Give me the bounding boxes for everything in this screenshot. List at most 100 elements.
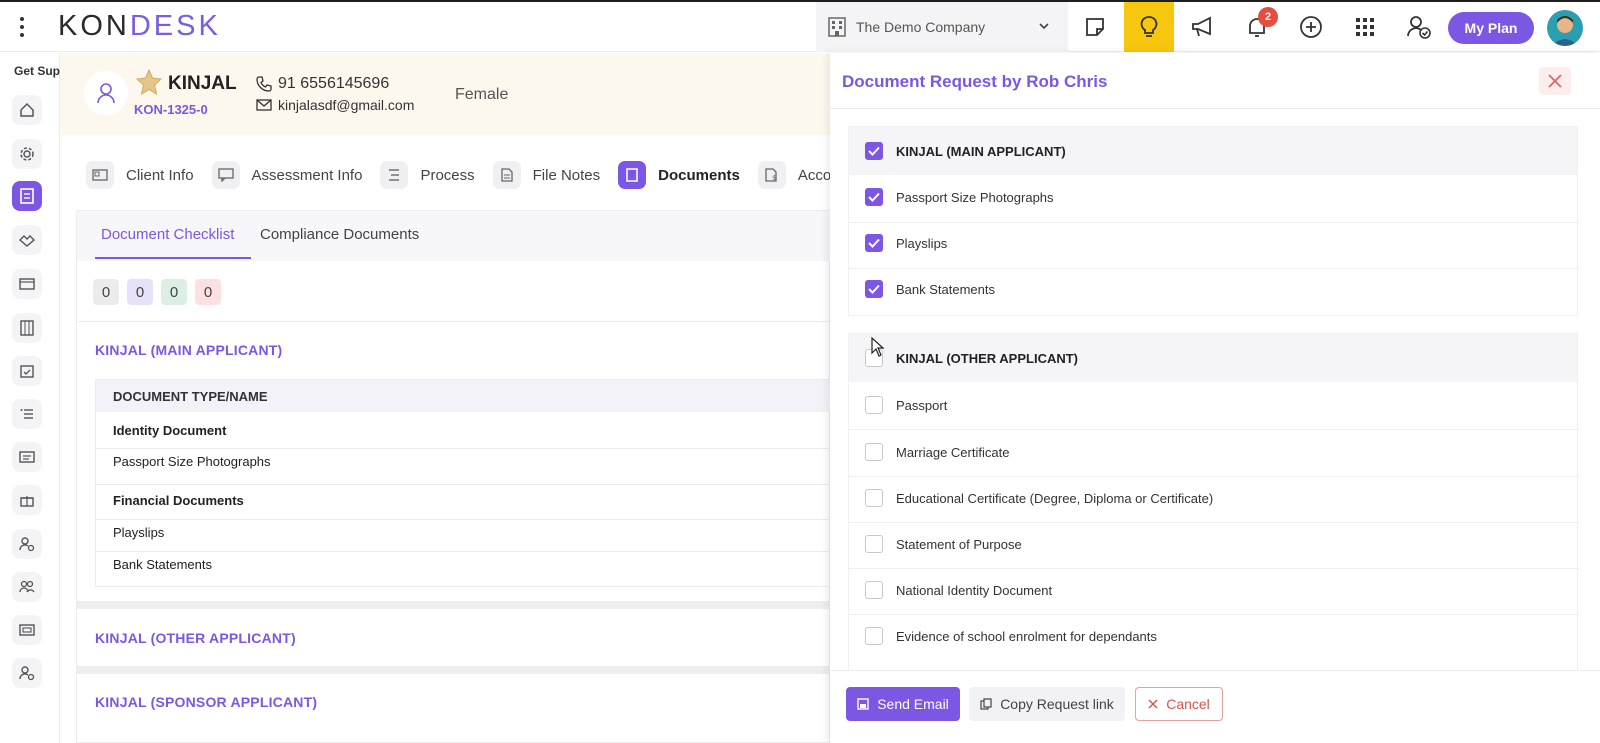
item-divider: [849, 429, 1579, 430]
lightbulb-icon[interactable]: [1124, 2, 1174, 52]
check-icon: [868, 284, 880, 294]
tab-process[interactable]: Process: [380, 161, 475, 189]
client-gender: Female: [455, 86, 509, 103]
tab-assessment-info[interactable]: Assessment Info: [211, 161, 362, 189]
count-badge: 0: [127, 279, 153, 305]
user-avatar[interactable]: [1547, 10, 1583, 46]
item-checkbox[interactable]: [865, 280, 883, 298]
id-card-icon: [86, 161, 114, 189]
my-plan-button[interactable]: My Plan: [1448, 12, 1534, 44]
documents-icon[interactable]: [12, 181, 42, 211]
item-checkbox[interactable]: [865, 627, 883, 645]
section-other-applicant[interactable]: KINJAL (OTHER APPLICANT): [95, 630, 296, 646]
section-main-applicant[interactable]: KINJAL (MAIN APPLICANT): [95, 342, 282, 358]
app-logo[interactable]: KONDESK: [58, 10, 221, 43]
sticky-note-icon[interactable]: [1070, 2, 1120, 52]
id-card-icon[interactable]: [12, 442, 42, 472]
users-icon[interactable]: [12, 572, 42, 602]
status-counts: 0 0 0 0: [93, 279, 221, 305]
item-checkbox[interactable]: [865, 396, 883, 414]
document-checkbox-item[interactable]: National Identity Document: [865, 581, 1052, 599]
document-checkbox-item[interactable]: Bank Statements: [865, 280, 995, 298]
document-table: DOCUMENT TYPE/NAME Identity Document Pas…: [95, 379, 832, 587]
apps-grid-icon[interactable]: [1340, 2, 1390, 52]
table-row: Identity Document: [113, 423, 227, 438]
item-checkbox[interactable]: [865, 581, 883, 599]
document-request-drawer: Document Request by Rob Chris KINJAL (MA…: [830, 53, 1600, 743]
applicant-group-main: KINJAL (MAIN APPLICANT) Passport Size Ph…: [848, 126, 1579, 316]
card-icon[interactable]: [12, 615, 42, 645]
item-checkbox[interactable]: [865, 188, 883, 206]
tab-file-notes[interactable]: File Notes: [492, 161, 600, 189]
notification-bell-icon[interactable]: 2: [1232, 2, 1282, 52]
kebab-menu-icon[interactable]: [12, 14, 32, 40]
close-button[interactable]: [1539, 67, 1571, 95]
add-circle-icon[interactable]: [1286, 2, 1336, 52]
calendar-check-icon[interactable]: [12, 356, 42, 386]
group-checkbox[interactable]: [865, 142, 883, 160]
user-search-icon[interactable]: [12, 529, 42, 559]
document-checkbox-item[interactable]: Passport Size Photographs: [865, 188, 1054, 206]
mouse-cursor-icon: [871, 337, 885, 357]
check-icon: [868, 238, 880, 248]
company-selector[interactable]: The Demo Company: [816, 2, 1068, 52]
close-icon: [1148, 699, 1158, 709]
client-header: KINJAL KON-1325-0 91 6556145696 kinjalas…: [60, 53, 830, 135]
handshake-icon[interactable]: [12, 225, 42, 255]
cancel-button[interactable]: Cancel: [1135, 687, 1223, 721]
user-check-icon[interactable]: [1394, 2, 1444, 52]
drawer-title: Document Request by Rob Chris: [842, 72, 1108, 91]
item-checkbox[interactable]: [865, 443, 883, 461]
send-email-button[interactable]: Send Email: [846, 687, 960, 721]
row-divider: [96, 551, 832, 552]
left-sidebar: Get Sup: [0, 53, 60, 743]
document-checkbox-item[interactable]: Playslips: [865, 234, 947, 252]
section-separator: [77, 601, 831, 609]
section-sponsor-applicant[interactable]: KINJAL (SPONSOR APPLICANT): [95, 694, 317, 710]
list-icon[interactable]: [12, 399, 42, 429]
group-header[interactable]: KINJAL (OTHER APPLICANT): [849, 334, 1577, 382]
client-email: kinjalasdf@gmail.com: [256, 97, 414, 113]
mail-icon: [256, 99, 272, 111]
table-row: Playslips: [113, 525, 165, 540]
gift-icon[interactable]: [12, 485, 42, 515]
file-icon: [492, 161, 521, 189]
item-divider: [849, 522, 1579, 523]
chat-icon: [211, 161, 240, 189]
subtab-compliance-documents[interactable]: Compliance Documents: [260, 226, 419, 243]
item-checkbox[interactable]: [865, 535, 883, 553]
document-checkbox-item[interactable]: Statement of Purpose: [865, 535, 1022, 553]
home-icon[interactable]: [12, 95, 42, 125]
megaphone-icon[interactable]: [1178, 2, 1228, 52]
chevron-down-icon: [1039, 23, 1049, 30]
gear-icon[interactable]: [12, 139, 42, 169]
document-checkbox-item[interactable]: Educational Certificate (Degree, Diploma…: [865, 489, 1213, 507]
divider: [77, 321, 831, 322]
tab-accounts[interactable]: $ Acco: [757, 161, 831, 189]
document-checkbox-item[interactable]: Marriage Certificate: [865, 443, 1009, 461]
item-checkbox[interactable]: [865, 489, 883, 507]
client-phone: 91 6556145696: [256, 75, 389, 93]
group-header[interactable]: KINJAL (MAIN APPLICANT): [849, 127, 1577, 175]
row-divider: [96, 448, 832, 449]
tab-documents[interactable]: Documents: [618, 161, 740, 189]
get-support-link[interactable]: Get Sup: [14, 64, 60, 78]
building-icon[interactable]: [12, 313, 42, 343]
document-subtabs: Document Checklist Compliance Documents: [77, 211, 831, 261]
row-divider: [96, 484, 832, 485]
user-gear-icon[interactable]: [12, 658, 42, 688]
document-checkbox-item[interactable]: Evidence of school enrolment for dependa…: [865, 627, 1157, 645]
table-header: DOCUMENT TYPE/NAME: [96, 380, 830, 412]
client-id[interactable]: KON-1325-0: [134, 102, 208, 117]
copy-icon: [980, 698, 992, 710]
subtab-document-checklist[interactable]: Document Checklist: [101, 226, 234, 243]
building-icon: [828, 17, 846, 37]
tab-client-info[interactable]: Client Info: [86, 161, 194, 189]
ticket-icon[interactable]: [12, 269, 42, 299]
company-name: The Demo Company: [856, 19, 986, 35]
invoice-icon: $: [757, 161, 786, 189]
copy-request-link-button[interactable]: Copy Request link: [969, 687, 1125, 721]
documents-icon: [618, 161, 647, 189]
document-checkbox-item[interactable]: Passport: [865, 396, 947, 414]
item-checkbox[interactable]: [865, 234, 883, 252]
